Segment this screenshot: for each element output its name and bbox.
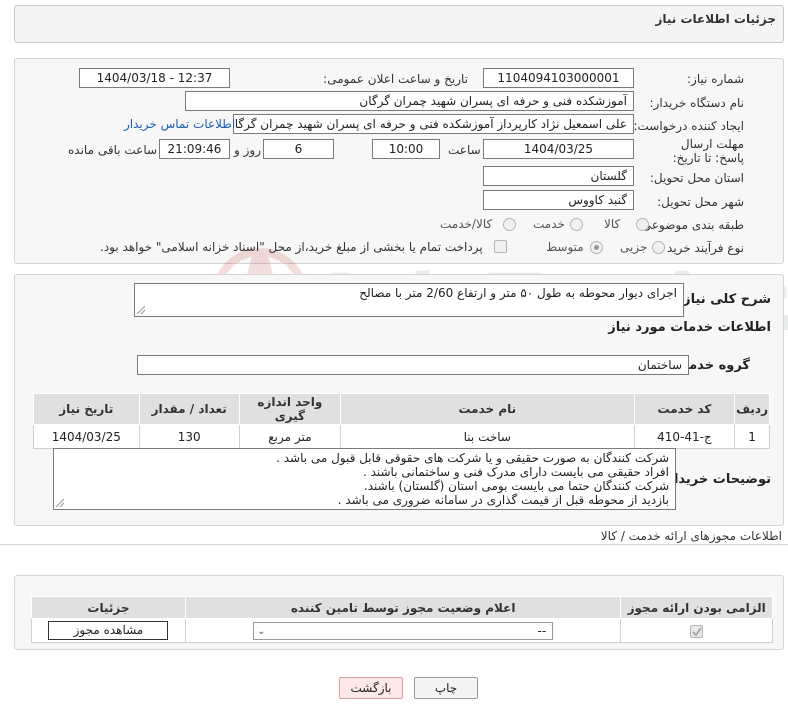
deadline-label: مهلت ارسال پاسخ: تا تاریخ: [654, 137, 744, 165]
summary-label: شرح کلی نیاز: [677, 292, 771, 307]
col-details: جزئیات [31, 596, 186, 619]
chevron-down-icon: ⌄ [257, 625, 266, 637]
remaining-label: ساعت باقی مانده [68, 143, 158, 157]
creator-label: ایجاد کننده درخواست: [633, 119, 744, 133]
cell-row: 1 [734, 424, 770, 449]
payment-note: پرداخت تمام یا بخشی از مبلغ خرید،از محل … [100, 240, 483, 254]
purchase-medium-label: متوسط [546, 240, 584, 254]
cell-date: 1404/03/25 [33, 424, 140, 449]
category-both-radio[interactable] [503, 218, 516, 231]
col-code: کد خدمت [633, 393, 736, 425]
permit-status-select[interactable]: -- ⌄ [253, 621, 554, 640]
category-service-label: خدمت [533, 217, 565, 231]
page-title: جزئیات اطلاعات نیاز [655, 12, 776, 26]
cell-status: -- ⌄ [184, 618, 622, 643]
table-row: 1 ج-41-410 ساخت بنا متر مربع 130 1404/03… [33, 424, 770, 449]
summary-textarea: اجرای دیوار محوطه به طول ۵۰ متر و ارتفاع… [134, 283, 684, 317]
col-qty: تعداد / مقدار [138, 393, 240, 425]
buyer-note-line: شرکت کنندگان به صورت حقیقی و یا شرکت های… [276, 451, 669, 465]
category-label: طبقه بندی موضوعی: [637, 218, 744, 232]
summary-text: اجرای دیوار محوطه به طول ۵۰ متر و ارتفاع… [359, 286, 677, 300]
cell-details: مشاهده مجوز [31, 618, 186, 643]
buyer-note-line: بازدید از محوطه قبل از قیمت گذاری در سام… [337, 493, 669, 507]
deadline-time-field: 10:00 [372, 139, 440, 159]
creator-field: علی اسمعیل نژاد کارپرداز آموزشکده فنی و … [233, 114, 634, 134]
contact-buyer-link[interactable]: اطلاعات تماس خریدار [124, 117, 235, 131]
buyer-org-field: آموزشکده فنی و حرفه ای پسران شهید چمران … [185, 91, 634, 111]
services-table: ردیف کد خدمت نام خدمت واحد اندازه گیری ت… [33, 393, 770, 449]
cell-code: ج-41-410 [633, 424, 736, 449]
table-row: -- ⌄ مشاهده مجوز [31, 618, 773, 643]
permits-section-title: اطلاعات مجوزهای ارائه خدمت / کالا [600, 529, 782, 543]
announce-label: تاریخ و ساعت اعلان عمومی: [323, 72, 468, 86]
days-label: روز و [234, 143, 261, 157]
cell-required [620, 618, 773, 643]
buyer-notes-textarea: شرکت کنندگان به صورت حقیقی و یا شرکت های… [53, 448, 676, 510]
cell-qty: 130 [138, 424, 240, 449]
col-date: تاریخ نیاز [33, 393, 140, 425]
col-unit: واحد اندازه گیری [238, 393, 341, 425]
category-goods-label: کالا [604, 217, 621, 231]
purchase-minor-label: جزیی [620, 240, 648, 254]
cell-unit: متر مربع [238, 424, 341, 449]
permits-table: الزامی بودن ارائه مجوز اعلام وضعیت مجوز … [31, 596, 773, 643]
view-permit-button[interactable]: مشاهده مجوز [48, 621, 169, 640]
city-field: گنبد کاووس [483, 190, 634, 210]
col-row: ردیف [734, 393, 770, 425]
print-button[interactable]: چاپ [414, 677, 478, 699]
time-label: ساعت [448, 143, 481, 157]
days-field: 6 [263, 139, 334, 159]
col-required: الزامی بودن ارائه مجوز [620, 596, 773, 619]
need-number-label: شماره نیاز: [687, 72, 744, 86]
permits-divider [0, 544, 788, 545]
announce-field: 1404/03/18 - 12:37 [79, 68, 230, 88]
category-both-label: کالا/خدمت [440, 217, 493, 231]
remaining-time-field: 21:09:46 [159, 139, 230, 159]
purchase-minor-radio[interactable] [652, 241, 665, 254]
services-header-row: ردیف کد خدمت نام خدمت واحد اندازه گیری ت… [33, 393, 770, 425]
province-label: استان محل تحویل: [649, 171, 744, 185]
back-button[interactable]: بازگشت [339, 677, 403, 699]
buyer-note-line: شرکت کنندگان حتما می بایست بومی استان (گ… [363, 479, 669, 493]
buyer-note-line: افراد حقیقی می بایست دارای مدرک فنی و سا… [362, 465, 669, 479]
permits-header-row: الزامی بودن ارائه مجوز اعلام وضعیت مجوز … [31, 596, 773, 619]
category-service-radio[interactable] [570, 218, 583, 231]
col-status: اعلام وضعیت مجوز توسط تامین کننده [184, 596, 622, 619]
resize-grip-icon[interactable] [56, 499, 64, 507]
resize-grip-icon[interactable] [137, 306, 145, 314]
cell-name: ساخت بنا [339, 424, 635, 449]
checkmark-icon [692, 627, 702, 636]
buyer-org-label: نام دستگاه خریدار: [649, 96, 745, 110]
required-checkbox [690, 624, 704, 638]
deadline-date-field: 1404/03/25 [483, 139, 634, 159]
buyer-notes-label: توضیحات خریدار: [661, 472, 771, 487]
permit-status-value: -- [537, 623, 547, 638]
service-group-field: ساختمان [137, 355, 689, 375]
purchase-medium-radio[interactable] [590, 241, 603, 254]
payment-treasury-checkbox[interactable] [494, 240, 507, 253]
col-name: نام خدمت [339, 393, 635, 425]
city-label: شهر محل تحویل: [657, 195, 744, 209]
purchase-type-label: نوع فرآیند خرید : [659, 241, 744, 255]
need-number-field: 1104094103000001 [483, 68, 634, 88]
province-field: گلستان [483, 166, 634, 186]
category-goods-radio[interactable] [636, 218, 649, 231]
services-section-title: اطلاعات خدمات مورد نیاز [608, 320, 771, 335]
deadline-label-text: مهلت ارسال پاسخ: تا تاریخ: [672, 137, 744, 165]
